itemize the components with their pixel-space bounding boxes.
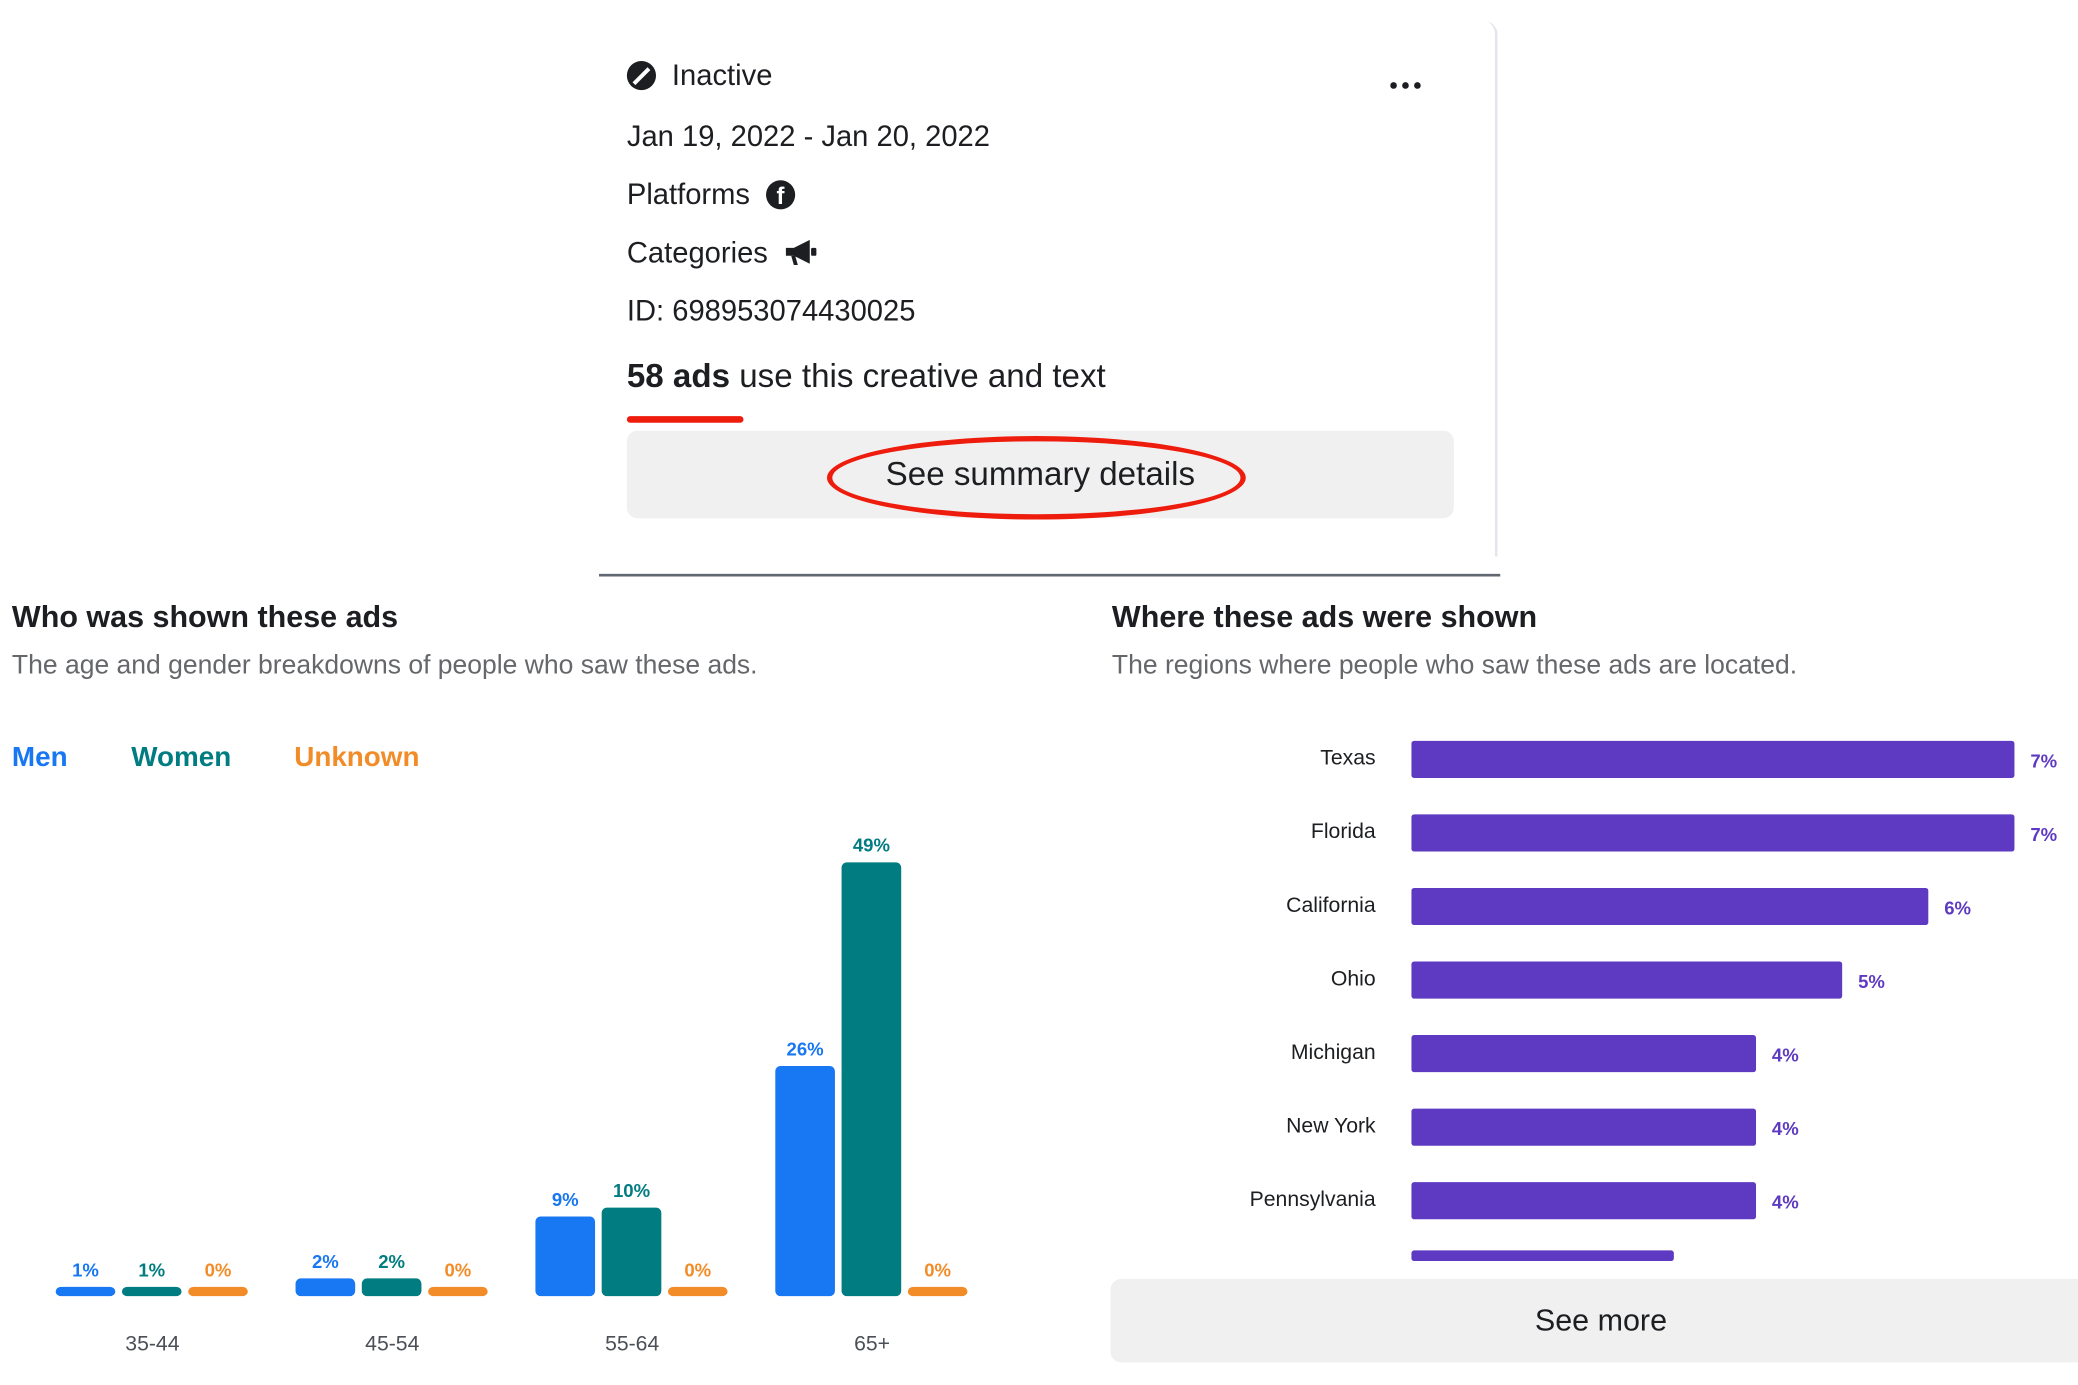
region-value-label: 4% <box>1772 1045 1799 1066</box>
bar-unknown-65+ <box>907 1286 968 1297</box>
ad-id-row: ID: 698953074430025 <box>627 294 916 328</box>
region-bar-michigan <box>1411 1035 1757 1073</box>
age-gender-chart: 1% 1% 0% 35-44 2% 2% 0% 45-54 9% 10% 0% 55-64 26% 49%… <box>55 835 968 1355</box>
section-divider <box>599 573 1501 577</box>
ads-count-line: 58 ads use this creative and text <box>627 358 1106 396</box>
region-bar-partial <box>1411 1250 1674 1262</box>
ads-count-link[interactable]: 58 ads <box>627 358 730 395</box>
ads-count-text: use this creative and text <box>730 357 1106 395</box>
region-bar-california <box>1411 887 1929 926</box>
x-tick-label: 65+ <box>854 1332 890 1355</box>
data-label-men-65+: 26% <box>787 1038 824 1059</box>
regions-subtitle: The regions where people who saw these a… <box>1111 650 1798 680</box>
region-label: New York <box>1286 1114 1376 1137</box>
ad-card: Inactive Jan 19, 2022 - Jan 20, 2022 Pla… <box>599 21 1498 557</box>
x-tick-label: 55-64 <box>605 1332 659 1355</box>
regions-title: Where these ads were shown <box>1111 599 1538 634</box>
bar-men-45-54 <box>295 1278 356 1297</box>
date-range: Jan 19, 2022 - Jan 20, 2022 <box>627 119 990 153</box>
megaphone-icon <box>786 239 817 266</box>
data-label-women-35-44: 1% <box>138 1259 165 1280</box>
region-label: Ohio <box>1331 967 1376 990</box>
platforms-row: Platforms f <box>626 177 796 212</box>
status-inactive-icon <box>626 60 657 91</box>
status-row: Inactive <box>626 58 773 92</box>
data-label-unknown-65+: 0% <box>924 1259 951 1280</box>
region-value-label: 5% <box>1858 971 1885 992</box>
region-label: Pennsylvania <box>1250 1188 1376 1211</box>
x-tick-label: 35-44 <box>125 1332 179 1355</box>
status-label: Inactive <box>671 58 773 92</box>
bar-unknown-45-54 <box>428 1286 488 1297</box>
region-value-label: 6% <box>1944 897 1971 918</box>
region-bar-florida <box>1411 814 2015 852</box>
legend-unknown: Unknown <box>294 742 420 773</box>
region-label: Michigan <box>1291 1041 1376 1064</box>
categories-label: Categories <box>626 235 768 270</box>
data-label-men-35-44: 1% <box>72 1259 99 1280</box>
region-value-label: 7% <box>2030 824 2057 845</box>
data-label-women-65+: 49% <box>853 835 890 856</box>
ad-id: ID: 698953074430025 <box>626 294 916 328</box>
more-options-icon[interactable] <box>1381 66 1429 103</box>
region-label: Texas <box>1320 747 1375 770</box>
data-label-men-55-64: 9% <box>552 1189 579 1210</box>
bar-men-55-64 <box>535 1216 596 1297</box>
annotation-underline <box>626 416 744 423</box>
data-label-unknown-45-54: 0% <box>444 1259 471 1280</box>
legend-women: Women <box>131 742 232 773</box>
regions-chart: Texas 7% Florida 7% California 6% Ohio 5% Michig… <box>1250 740 2057 1262</box>
data-label-women-55-64: 10% <box>613 1180 650 1201</box>
region-label: Florida <box>1311 820 1376 843</box>
region-value-label: 4% <box>1772 1192 1799 1213</box>
platforms-label: Platforms <box>626 177 751 211</box>
region-bar-texas <box>1411 740 2015 778</box>
region-bar-pennsylvania <box>1411 1182 1757 1220</box>
bar-women-65+ <box>841 862 902 1297</box>
bar-unknown-35-44 <box>188 1286 248 1297</box>
region-value-label: 4% <box>1772 1118 1799 1139</box>
bar-women-55-64 <box>601 1207 662 1297</box>
see-more-button[interactable]: See more <box>1110 1278 2078 1363</box>
data-label-men-45-54: 2% <box>312 1251 339 1272</box>
data-label-unknown-35-44: 0% <box>205 1259 232 1280</box>
data-label-unknown-55-64: 0% <box>684 1259 711 1280</box>
data-label-women-45-54: 2% <box>378 1251 405 1272</box>
region-bar-ohio <box>1411 961 1843 999</box>
bar-unknown-55-64 <box>667 1286 728 1297</box>
audience-subtitle: The age and gender breakdowns of people … <box>11 650 758 680</box>
annotation-circle <box>826 436 1246 520</box>
region-bar-new-york <box>1411 1108 1757 1146</box>
x-tick-label: 45-54 <box>365 1332 419 1355</box>
bar-women-35-44 <box>121 1286 182 1297</box>
audience-title: Who was shown these ads <box>11 599 399 634</box>
region-value-label: 7% <box>2030 750 2057 771</box>
date-range-text: Jan 19, 2022 - Jan 20, 2022 <box>626 119 990 153</box>
region-label: California <box>1286 894 1376 917</box>
categories-row: Categories <box>627 236 818 270</box>
legend-men: Men <box>11 742 68 773</box>
bar-men-35-44 <box>55 1286 116 1297</box>
bar-men-65+ <box>775 1065 835 1297</box>
bar-women-45-54 <box>361 1278 422 1297</box>
facebook-icon: f <box>765 180 796 210</box>
